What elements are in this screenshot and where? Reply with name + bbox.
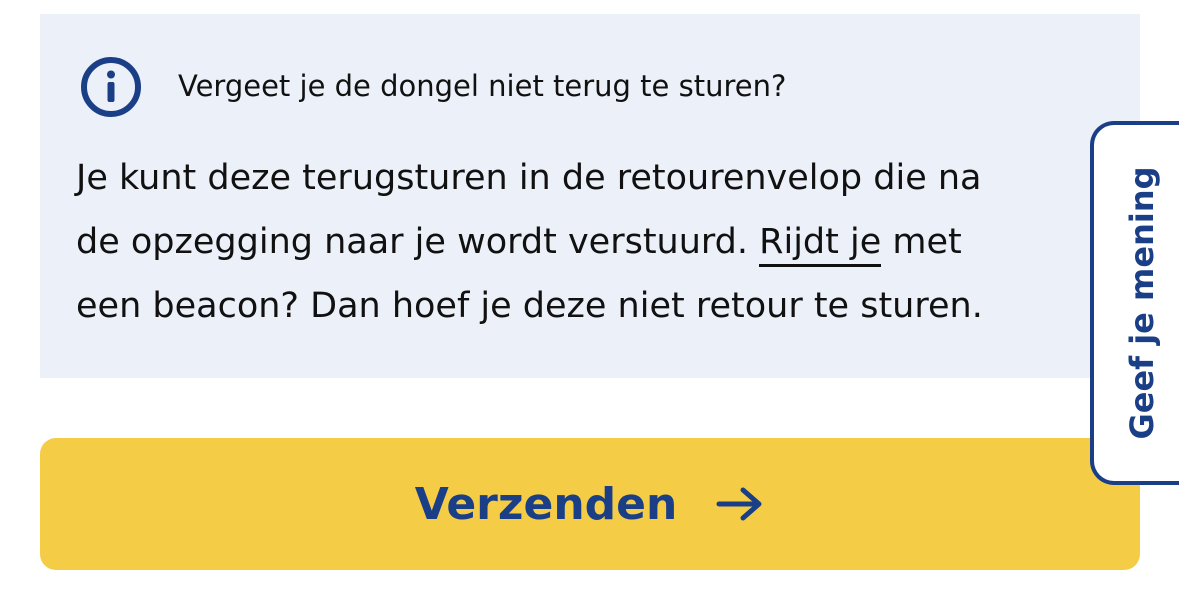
info-circle-icon bbox=[81, 57, 141, 117]
submit-button[interactable]: Verzenden bbox=[40, 438, 1140, 570]
info-notice-body: Je kunt deze terugsturen in de retourenv… bbox=[76, 146, 1076, 338]
arrow-right-icon bbox=[716, 487, 762, 521]
submit-button-label: Verzenden bbox=[414, 478, 678, 530]
info-body-line-2-end: met bbox=[881, 222, 962, 262]
info-body-line-2: de opzegging naar je wordt verstuurd. Ri… bbox=[76, 210, 1076, 274]
page: Vergeet je de dongel niet terug te sture… bbox=[0, 0, 1179, 602]
info-body-line-1: Je kunt deze terugsturen in de retourenv… bbox=[76, 158, 982, 198]
info-notice-title: Vergeet je de dongel niet terug te sture… bbox=[178, 69, 787, 103]
feedback-tab[interactable]: Geef je mening bbox=[1090, 121, 1179, 485]
info-body-line-2-text: de opzegging naar je wordt verstuurd. bbox=[76, 222, 760, 262]
feedback-tab-label: Geef je mening bbox=[1123, 166, 1161, 440]
info-body-link[interactable]: Rijdt je bbox=[759, 222, 882, 267]
info-body-line-3: een beacon? Dan hoef je deze niet retour… bbox=[76, 286, 983, 326]
